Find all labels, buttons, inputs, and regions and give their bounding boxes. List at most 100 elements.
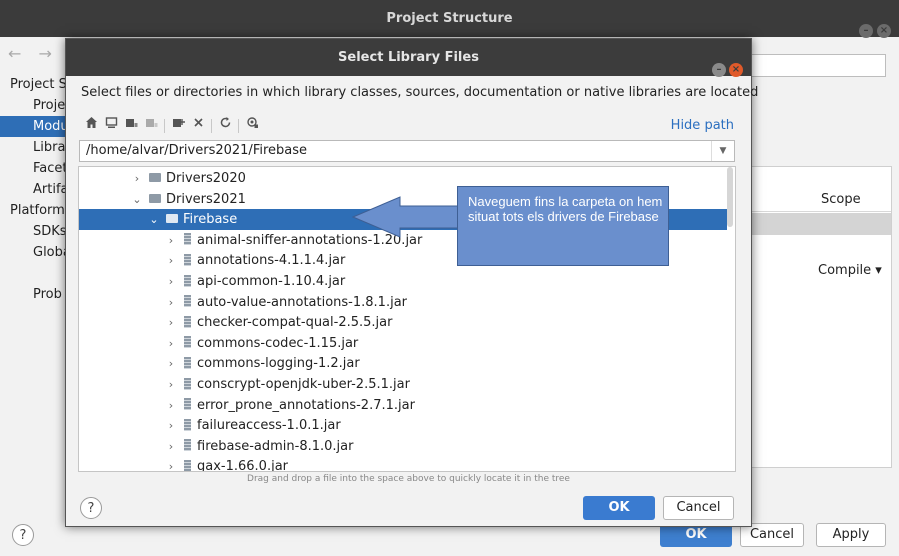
sidebar-item[interactable]: Modu <box>0 116 70 137</box>
sidebar-item[interactable]: Globa <box>0 242 70 263</box>
refresh-icon[interactable] <box>215 116 235 136</box>
tree-file-row[interactable]: › gax-1.66.0.jar <box>79 456 727 472</box>
jar-file-icon <box>184 336 191 349</box>
folder-icon <box>149 173 161 182</box>
search-input[interactable] <box>740 54 886 77</box>
sidebar-item[interactable]: Artifa <box>0 179 70 200</box>
tree-file-row[interactable]: › commons-codec-1.15.jar <box>79 333 727 354</box>
toolbar-separator <box>164 119 165 133</box>
delete-icon[interactable] <box>188 116 208 136</box>
chevron-right-icon[interactable]: › <box>165 271 177 292</box>
apply-button[interactable]: Apply <box>816 523 886 547</box>
tree-item-label: error_prone_annotations-2.7.1.jar <box>197 397 415 413</box>
help-button[interactable]: ? <box>80 497 102 519</box>
sidebar-item[interactable]: Project S <box>0 74 70 95</box>
tree-file-row[interactable]: › api-common-1.10.4.jar <box>79 271 727 292</box>
file-chooser-toolbar <box>81 116 262 136</box>
minimize-icon[interactable]: – <box>712 63 726 77</box>
desktop-icon[interactable] <box>101 116 121 136</box>
window-title: Project Structure <box>386 11 513 26</box>
minimize-icon[interactable]: – <box>859 24 873 38</box>
tree-item-label: conscrypt-openjdk-uber-2.5.1.jar <box>197 377 410 392</box>
jar-file-icon <box>184 459 191 471</box>
tree-file-row[interactable]: › failureaccess-1.0.1.jar <box>79 415 727 436</box>
hide-path-link[interactable]: Hide path <box>671 118 734 133</box>
jar-file-icon <box>184 418 191 431</box>
scope-column-header[interactable]: Scope <box>821 192 861 207</box>
path-input[interactable]: /home/alvar/Drivers2021/Firebase ▼ <box>79 140 735 162</box>
show-hidden-icon[interactable] <box>242 116 262 136</box>
jar-file-icon <box>184 398 191 411</box>
close-icon[interactable]: × <box>877 24 891 38</box>
navigation-arrows[interactable]: ← → <box>8 44 58 63</box>
help-button[interactable]: ? <box>12 524 34 546</box>
tree-file-row[interactable]: › commons-logging-1.2.jar <box>79 353 727 374</box>
drag-drop-hint: Drag and drop a file into the space abov… <box>247 474 570 484</box>
jar-file-icon <box>184 439 191 452</box>
table-row[interactable] <box>741 213 891 235</box>
chevron-right-icon[interactable]: › <box>165 292 177 313</box>
chevron-right-icon[interactable]: › <box>131 168 143 189</box>
toolbar-separator <box>238 119 239 133</box>
ok-button[interactable]: OK <box>583 496 655 520</box>
chevron-right-icon[interactable]: › <box>165 230 177 251</box>
sidebar-item[interactable]: Proje <box>0 95 70 116</box>
jar-file-icon <box>184 315 191 328</box>
chevron-right-icon[interactable]: › <box>165 250 177 271</box>
jar-file-icon <box>184 377 191 390</box>
project-icon[interactable] <box>121 116 141 136</box>
tree-scrollbar[interactable] <box>727 167 733 227</box>
dialog-controls: – × <box>709 50 743 87</box>
chevron-right-icon[interactable]: › <box>165 374 177 395</box>
sidebar-item[interactable]: Platform <box>0 200 70 221</box>
jar-file-icon <box>184 356 191 369</box>
chevron-right-icon[interactable]: › <box>165 436 177 457</box>
sidebar-item[interactable]: SDKs <box>0 221 70 242</box>
tree-item-label: failureaccess-1.0.1.jar <box>197 418 341 434</box>
chevron-down-icon[interactable]: ⌄ <box>131 189 143 210</box>
dialog-title: Select Library Files <box>338 50 479 65</box>
chevron-down-icon[interactable]: ▼ <box>711 141 734 161</box>
chevron-right-icon[interactable]: › <box>165 456 177 471</box>
annotation-callout: Naveguem fins la carpeta on hem situat t… <box>457 186 669 266</box>
module-icon <box>141 116 161 136</box>
chevron-right-icon[interactable]: › <box>165 353 177 374</box>
folder-icon <box>149 193 161 203</box>
tree-file-row[interactable]: › checker-compat-qual-2.5.5.jar <box>79 312 727 333</box>
scope-dropdown[interactable]: Compile ▾ <box>818 263 882 278</box>
chevron-right-icon[interactable]: › <box>165 333 177 354</box>
jar-file-icon <box>184 274 191 287</box>
tree-item-label: checker-compat-qual-2.5.5.jar <box>197 315 393 331</box>
window-titlebar: Project Structure – × <box>0 0 899 38</box>
tree-item-label: auto-value-annotations-1.8.1.jar <box>197 294 407 310</box>
sidebar-item[interactable]: Libra <box>0 137 70 158</box>
chevron-right-icon[interactable]: › <box>165 395 177 416</box>
sidebar-item[interactable]: Prob <box>0 284 70 305</box>
tree-item-label: commons-logging-1.2.jar <box>197 356 360 372</box>
tree-file-row[interactable]: › conscrypt-openjdk-uber-2.5.1.jar <box>79 374 727 395</box>
select-library-files-dialog: Select Library Files – × Select files or … <box>65 38 758 527</box>
home-icon[interactable] <box>81 116 101 136</box>
jar-file-icon <box>184 233 191 246</box>
tree-item-label: Drivers2020 <box>166 171 246 186</box>
chevron-right-icon[interactable]: › <box>165 312 177 333</box>
jar-file-icon <box>184 253 191 266</box>
toolbar-separator <box>211 119 212 133</box>
tree-item-label: gax-1.66.0.jar <box>197 459 289 472</box>
tree-item-label: annotations-4.1.1.4.jar <box>197 253 346 269</box>
close-icon[interactable]: × <box>729 63 743 77</box>
sidebar-item[interactable]: Facet <box>0 158 70 179</box>
chevron-right-icon[interactable]: › <box>165 415 177 436</box>
annotation-text: Naveguem fins la carpeta on hem situat t… <box>468 194 663 224</box>
folder-icon <box>166 214 178 224</box>
new-folder-icon[interactable] <box>168 116 188 136</box>
tree-item-label: firebase-admin-8.1.0.jar <box>197 438 354 454</box>
tree-item-label: Firebase <box>183 212 238 228</box>
tree-file-row[interactable]: › error_prone_annotations-2.7.1.jar <box>79 395 727 416</box>
cancel-button[interactable]: Cancel <box>663 496 734 520</box>
chevron-down-icon[interactable]: ⌄ <box>148 209 160 230</box>
tree-file-row[interactable]: › firebase-admin-8.1.0.jar <box>79 436 727 457</box>
dialog-titlebar: Select Library Files – × <box>66 39 751 77</box>
tree-file-row[interactable]: › auto-value-annotations-1.8.1.jar <box>79 292 727 313</box>
